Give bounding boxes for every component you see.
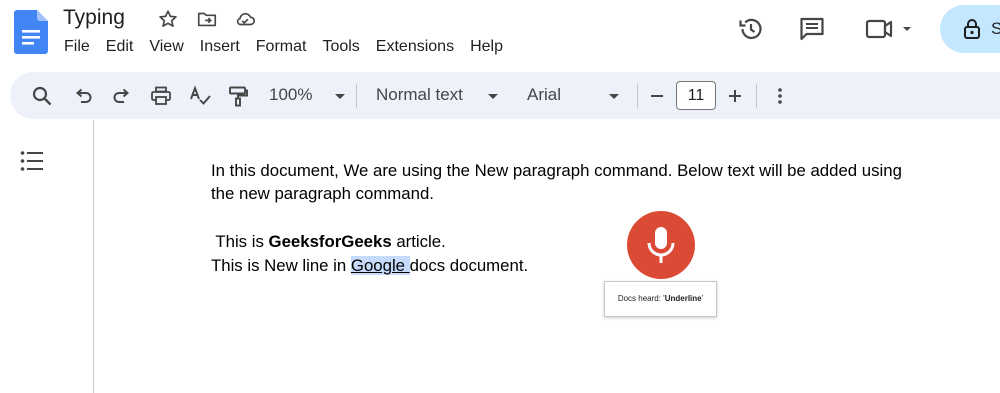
menu-edit[interactable]: Edit <box>98 36 142 58</box>
spell-check-icon[interactable] <box>188 84 212 108</box>
microphone-icon <box>647 227 675 263</box>
menu-view[interactable]: View <box>141 36 191 58</box>
voice-typing-mic-button[interactable] <box>627 211 695 279</box>
voice-status-prefix: Docs heard: ' <box>617 294 665 303</box>
toolbar-divider <box>756 84 757 108</box>
paragraph-3[interactable]: This is New line in Google docs document… <box>211 254 528 277</box>
document-outline-icon[interactable] <box>20 150 44 172</box>
lock-icon <box>964 19 980 39</box>
editing-toolbar: 100% Normal text Arial 11 <box>10 72 1000 119</box>
line-3-prefix: This is <box>211 232 269 251</box>
menu-file[interactable]: File <box>56 36 98 58</box>
menu-help[interactable]: Help <box>462 36 511 58</box>
menu-extensions[interactable]: Extensions <box>368 36 462 58</box>
undo-icon[interactable] <box>71 84 95 108</box>
line-3-suffix: article. <box>391 232 446 251</box>
menu-insert[interactable]: Insert <box>192 36 248 58</box>
star-icon[interactable] <box>157 8 179 30</box>
meet-video-icon[interactable] <box>864 14 914 44</box>
paragraph-2[interactable]: This is GeeksforGeeks article. <box>211 230 446 253</box>
docs-logo-icon[interactable] <box>14 10 48 54</box>
menu-bar: File Edit View Insert Format Tools Exten… <box>56 36 511 58</box>
share-label: S <box>991 19 1000 38</box>
style-dropdown-icon[interactable] <box>481 84 505 108</box>
increase-font-size-icon[interactable] <box>723 84 747 108</box>
paragraph-style-select[interactable]: Normal text <box>376 85 463 105</box>
cloud-saved-icon[interactable] <box>234 8 256 30</box>
version-history-icon[interactable] <box>736 14 766 44</box>
outline-panel <box>0 120 94 393</box>
decrease-font-size-icon[interactable] <box>645 84 669 108</box>
share-button[interactable]: S <box>940 5 1000 53</box>
comments-icon[interactable] <box>797 14 827 44</box>
more-options-icon[interactable] <box>768 84 792 108</box>
toolbar-divider <box>637 84 638 108</box>
font-size-input[interactable]: 11 <box>676 81 716 110</box>
selected-text[interactable]: Google <box>350 256 410 275</box>
paragraph-1[interactable]: In this document, We are using the New p… <box>211 159 902 205</box>
menu-tools[interactable]: Tools <box>314 36 367 58</box>
top-bar: Typing File Edit View Insert Format Tool… <box>0 0 1000 70</box>
document-page[interactable]: In this document, We are using the New p… <box>94 120 1000 393</box>
paint-format-icon[interactable] <box>226 84 250 108</box>
zoom-dropdown-icon[interactable] <box>328 84 352 108</box>
redo-icon[interactable] <box>110 84 134 108</box>
line-4-suffix: docs document. <box>409 256 529 275</box>
zoom-select[interactable]: 100% <box>269 85 312 105</box>
voice-typing-status: Docs heard: 'Underline' <box>604 281 717 317</box>
line-4-prefix: This is New line in <box>211 256 351 275</box>
toolbar-divider <box>356 84 357 108</box>
paragraph-1-line-2: the new paragraph command. <box>211 184 434 203</box>
bold-text: GeeksforGeeks <box>268 232 392 251</box>
document-title[interactable]: Typing <box>63 6 125 30</box>
folder-move-icon[interactable] <box>196 8 218 30</box>
font-select[interactable]: Arial <box>527 85 561 105</box>
print-icon[interactable] <box>149 84 173 108</box>
search-icon[interactable] <box>30 84 54 108</box>
font-dropdown-icon[interactable] <box>602 84 626 108</box>
voice-status-suffix: ' <box>701 294 704 303</box>
paragraph-1-line-1: In this document, We are using the New p… <box>211 161 902 180</box>
menu-format[interactable]: Format <box>248 36 315 58</box>
voice-heard-text: Underline <box>664 294 702 303</box>
